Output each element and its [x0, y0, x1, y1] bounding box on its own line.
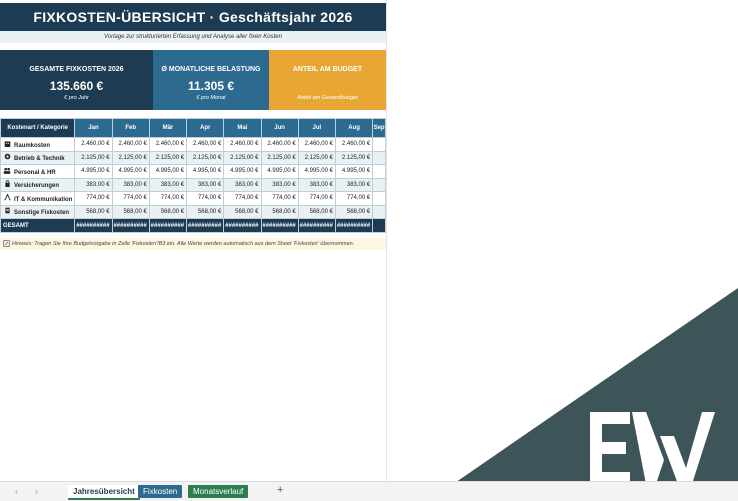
- tab-monatsverlauf[interactable]: Monatsverlauf: [188, 485, 249, 498]
- sheet-tab-bar: ‹ › Jahresübersicht Fixkosten Monatsverl…: [0, 481, 738, 501]
- add-sheet-button[interactable]: +: [277, 484, 283, 496]
- next-sheet-button[interactable]: ›: [35, 486, 38, 496]
- ex-logo-icon: [590, 412, 715, 489]
- tab-fixkosten[interactable]: Fixkosten: [138, 485, 183, 498]
- tab-jahresuebersicht[interactable]: Jahresübersicht: [68, 485, 140, 500]
- prev-sheet-button[interactable]: ‹: [15, 486, 18, 496]
